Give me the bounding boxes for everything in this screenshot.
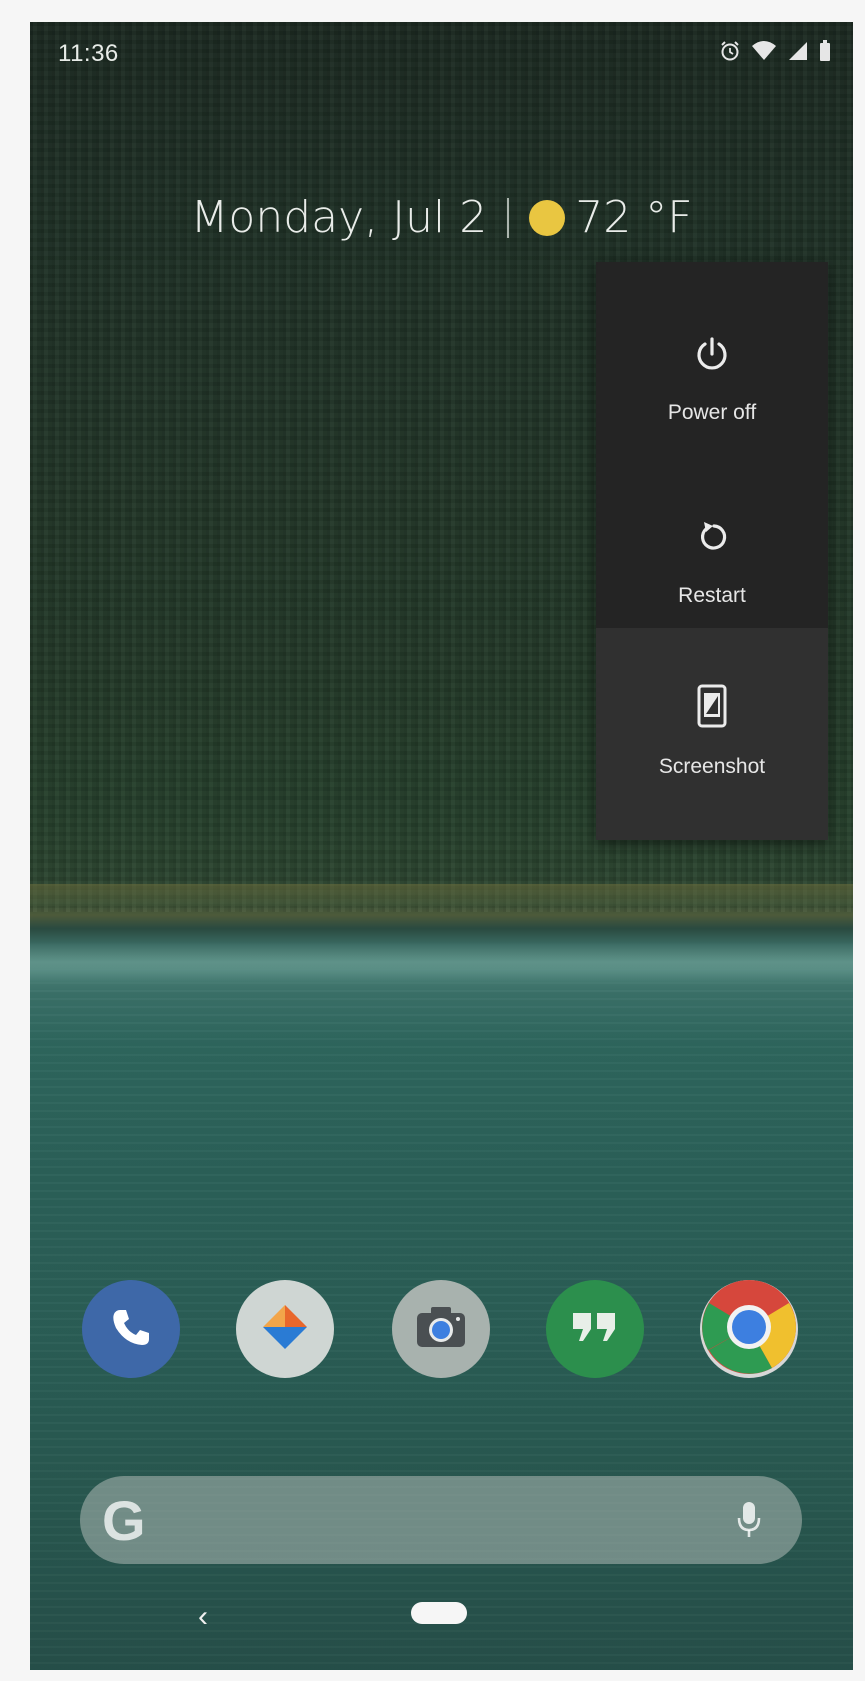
power-off-button[interactable]: Power off [596,262,828,445]
device-frame: 11:36 Monday, Jul 2 72 °F Power off Rest… [0,0,865,1681]
at-a-glance[interactable]: Monday, Jul 2 72 °F [30,192,853,243]
signal-icon [787,40,809,62]
google-logo: G [102,1489,146,1552]
screenshot-label: Screenshot [658,755,766,778]
chrome-icon [700,1278,798,1381]
camera-icon [413,1303,469,1356]
home-screen: 11:36 Monday, Jul 2 72 °F Power off Rest… [30,22,853,1670]
wallpaper-water-shine [30,942,853,982]
phone-app[interactable] [82,1280,180,1378]
status-bar: 11:36 [30,22,853,82]
hangouts-icon [569,1309,621,1350]
google-search-bar[interactable]: G [80,1476,802,1564]
sun-icon [529,199,566,236]
maps-app[interactable] [236,1280,334,1378]
power-off-label: Power off [667,401,757,424]
home-pill-icon[interactable] [411,1602,467,1624]
phone-icon [106,1302,156,1357]
alarm-icon [719,40,741,62]
power-icon [692,334,732,379]
power-menu: Power off Restart Screenshot [596,262,828,840]
status-icons [719,40,831,62]
hangouts-app[interactable] [546,1280,644,1378]
glance-date[interactable]: Monday, Jul 2 [190,192,487,243]
maps-icon [255,1297,315,1362]
chrome-app[interactable] [700,1278,798,1381]
mic-icon[interactable] [736,1500,762,1545]
battery-icon [819,40,831,62]
back-button[interactable]: ‹ [198,1600,208,1634]
wallpaper-shore [30,884,853,906]
status-time: 11:36 [58,40,119,67]
glance-divider [507,197,510,238]
app-dock [30,1278,853,1400]
restart-button[interactable]: Restart [596,445,828,628]
wifi-icon [751,40,777,62]
screenshot-icon [696,684,728,733]
glance-temperature[interactable]: 72 °F [575,192,692,243]
camera-app[interactable] [392,1280,490,1378]
restart-icon [692,517,732,562]
restart-label: Restart [678,584,746,607]
screenshot-button[interactable]: Screenshot [596,628,828,840]
